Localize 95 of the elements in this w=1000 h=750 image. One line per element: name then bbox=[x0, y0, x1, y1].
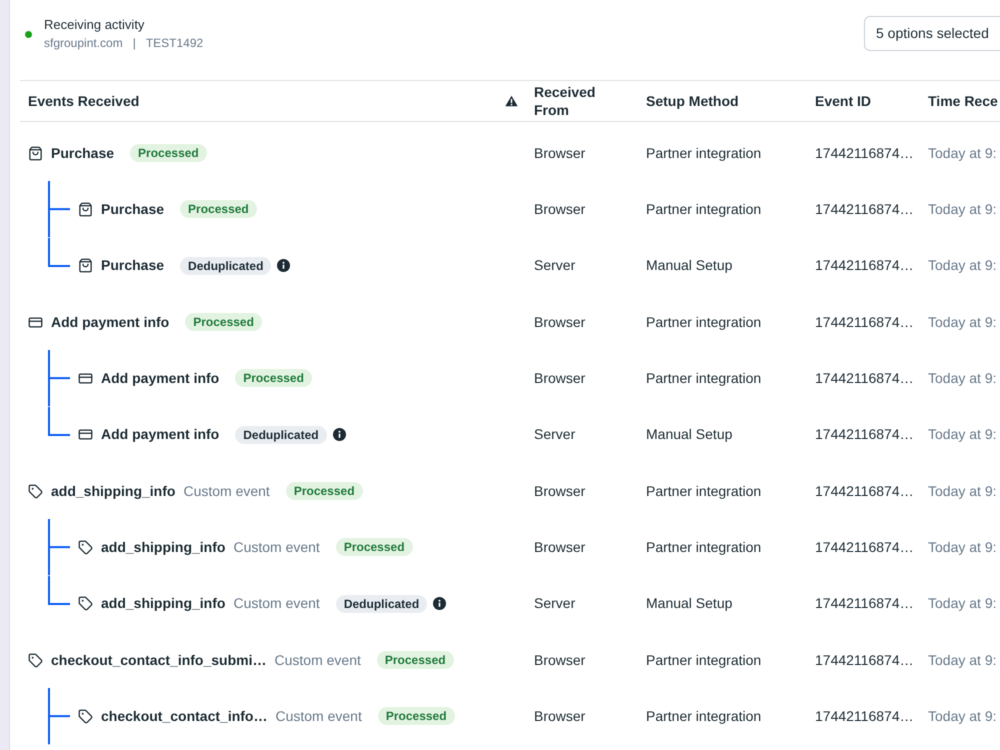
table-cell-text: Today at 9: bbox=[928, 650, 996, 670]
status-badge: Processed bbox=[130, 144, 207, 162]
table-cell-text: Today at 9: bbox=[928, 482, 996, 501]
table-cell-text: Browser bbox=[534, 312, 586, 332]
column-header: Events Received bbox=[28, 92, 140, 110]
credit-card-icon bbox=[78, 427, 93, 442]
shopping-bag-icon bbox=[78, 202, 93, 217]
table-cell-text: Server bbox=[534, 594, 576, 614]
table-cell-text: 17442116874… bbox=[815, 706, 914, 726]
status-badge: Processed bbox=[235, 369, 312, 388]
column-header: Received From bbox=[534, 83, 596, 119]
table-cell-text: Today at 9: bbox=[928, 425, 996, 444]
separator-label: | bbox=[132, 35, 136, 52]
table-cell-text: Server bbox=[534, 256, 576, 276]
table-cell-text: Today at 9: bbox=[928, 200, 996, 219]
event-name: add_shipping_info bbox=[51, 482, 176, 501]
table-cell-text: Browser bbox=[534, 144, 586, 163]
event-type-label: Custom event bbox=[274, 650, 361, 670]
credit-card-icon bbox=[28, 314, 43, 330]
table-cell-text: Today at 9: bbox=[928, 538, 996, 557]
column-header: Event ID bbox=[815, 92, 872, 110]
shopping-bag-icon bbox=[78, 258, 93, 274]
table-cell-text: 17442116874… bbox=[815, 482, 914, 501]
table-cell-text: Manual Setup bbox=[646, 594, 732, 614]
event-name: add_shipping_info bbox=[101, 538, 226, 557]
table-cell-text: 17442116874… bbox=[815, 200, 914, 219]
table-cell-text: Browser bbox=[534, 650, 586, 670]
table-cell-text: Browser bbox=[534, 200, 586, 219]
tag-icon bbox=[78, 596, 93, 612]
status-badge: Processed bbox=[336, 538, 413, 556]
status-title: Receiving activity bbox=[44, 16, 146, 34]
table-cell-text: Manual Setup bbox=[646, 425, 732, 444]
table-cell-text: Browser bbox=[534, 706, 586, 726]
table-cell-text: 17442116874… bbox=[815, 256, 914, 276]
credit-card-icon bbox=[78, 370, 93, 386]
column-header: Setup Method bbox=[646, 92, 739, 110]
status-badge: Processed bbox=[376, 651, 454, 670]
table-cell-text: Browser bbox=[534, 482, 586, 501]
event-type-label: Custom event bbox=[183, 482, 270, 501]
table-cell-text: Partner integration bbox=[646, 312, 762, 332]
table-cell-text: Browser bbox=[534, 538, 586, 557]
status-badge: Processed bbox=[185, 313, 262, 332]
table-cell-text: Partner integration bbox=[646, 482, 762, 501]
dataset-label: TEST1492 bbox=[146, 35, 204, 52]
table-cell-text: Partner integration bbox=[646, 650, 762, 670]
table-cell-text: 17442116874… bbox=[815, 368, 914, 388]
info-icon[interactable] bbox=[332, 428, 346, 442]
info-icon[interactable] bbox=[277, 259, 290, 272]
table-cell-text: Today at 9: bbox=[928, 312, 996, 332]
table-cell-text: 17442116874… bbox=[815, 312, 914, 332]
status-badge: Processed bbox=[180, 200, 257, 218]
status-badge: Processed bbox=[286, 482, 363, 500]
table-cell-text: Server bbox=[534, 425, 576, 444]
status-badge: Deduplicated bbox=[180, 256, 272, 275]
status-badge: Processed bbox=[378, 707, 455, 726]
event-type-label: Custom event bbox=[233, 538, 320, 557]
event-type-label: Custom event bbox=[233, 594, 320, 614]
table-cell-text: Today at 9: bbox=[928, 144, 996, 163]
event-name: Purchase bbox=[101, 200, 164, 219]
event-name: Purchase bbox=[101, 256, 164, 276]
filter-dropdown[interactable]: 5 options selected bbox=[864, 16, 1000, 51]
table-cell-text: Today at 9: bbox=[928, 256, 996, 276]
table-cell-text: 17442116874… bbox=[815, 538, 914, 557]
tag-icon bbox=[78, 708, 93, 724]
event-name: Add payment info bbox=[101, 425, 220, 444]
table-cell-text: 17442116874… bbox=[815, 425, 914, 444]
table-cell-text: Manual Setup bbox=[646, 256, 732, 276]
event-name: Purchase bbox=[51, 144, 114, 163]
event-name: Add payment info bbox=[101, 368, 220, 388]
table-cell-text: Partner integration bbox=[646, 144, 762, 163]
table-cell-text: Partner integration bbox=[646, 200, 762, 219]
table-cell-text: 17442116874… bbox=[815, 144, 914, 163]
domain-label: sfgroupint.com bbox=[44, 35, 123, 52]
info-icon[interactable] bbox=[433, 597, 446, 610]
tag-icon bbox=[28, 652, 43, 668]
shopping-bag-icon bbox=[28, 146, 43, 161]
table-cell-text: Today at 9: bbox=[928, 368, 996, 388]
table-cell-text: Today at 9: bbox=[928, 594, 996, 614]
event-name: add_shipping_info bbox=[101, 594, 226, 614]
event-name: Add payment info bbox=[51, 312, 170, 332]
table-cell-text: 17442116874… bbox=[815, 594, 914, 614]
status-badge: Deduplicated bbox=[336, 594, 428, 613]
event-name: checkout_contact_info… bbox=[101, 706, 268, 726]
table-cell-text: Partner integration bbox=[646, 538, 762, 557]
table-cell-text: Browser bbox=[534, 368, 586, 388]
table-cell-text: Partner integration bbox=[646, 368, 762, 388]
event-type-label: Custom event bbox=[275, 706, 362, 726]
table-cell-text: 17442116874… bbox=[815, 650, 914, 670]
status-badge: Deduplicated bbox=[235, 426, 327, 444]
tag-icon bbox=[78, 540, 93, 555]
event-name: checkout_contact_info_submi… bbox=[51, 650, 266, 670]
tag-icon bbox=[28, 484, 43, 499]
table-cell-text: Today at 9: bbox=[928, 706, 996, 726]
table-cell-text: Partner integration bbox=[646, 706, 762, 726]
column-header: Time Rece bbox=[928, 92, 998, 110]
